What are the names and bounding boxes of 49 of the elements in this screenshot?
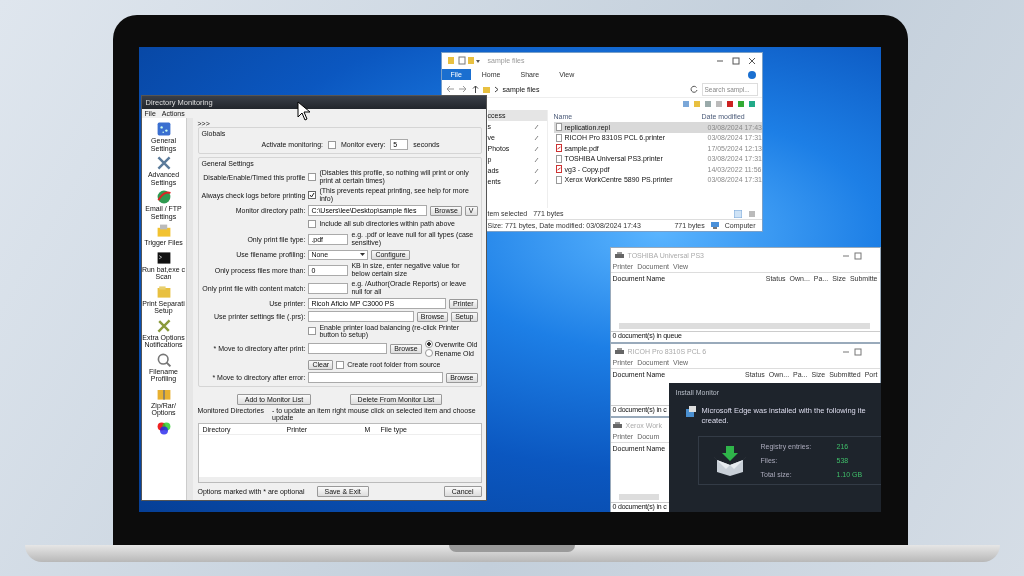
text-field[interactable] bbox=[308, 372, 444, 383]
pin-icon bbox=[533, 123, 539, 130]
checkbox[interactable] bbox=[308, 327, 317, 335]
installer-icon bbox=[685, 406, 696, 417]
horizontal-scrollbar[interactable] bbox=[618, 323, 870, 329]
refresh-icon[interactable] bbox=[689, 85, 698, 93]
vertical-scrollbar[interactable] bbox=[185, 118, 193, 500]
text-field[interactable] bbox=[308, 343, 388, 354]
printer-icon bbox=[614, 348, 624, 355]
list-view-icon[interactable] bbox=[747, 209, 756, 218]
text-field[interactable] bbox=[308, 282, 349, 294]
printer-icon bbox=[612, 422, 622, 429]
pin-icon bbox=[533, 134, 539, 141]
color-wheel-icon[interactable] bbox=[155, 419, 172, 436]
checkbox[interactable] bbox=[308, 191, 317, 199]
maximize-icon[interactable] bbox=[853, 251, 862, 260]
checkbox[interactable] bbox=[308, 219, 317, 228]
checkbox[interactable] bbox=[328, 140, 336, 149]
radio-button[interactable] bbox=[424, 340, 433, 348]
text-field[interactable] bbox=[308, 311, 414, 322]
file-icon bbox=[555, 175, 562, 184]
maximize-icon[interactable] bbox=[731, 56, 740, 65]
horizontal-scrollbar[interactable] bbox=[618, 494, 659, 500]
up-arrow-icon[interactable] bbox=[471, 85, 479, 93]
caret-icon[interactable] bbox=[360, 252, 366, 257]
pin-icon bbox=[533, 156, 539, 163]
checkbox[interactable] bbox=[308, 173, 317, 181]
printer-icon bbox=[614, 252, 624, 259]
quick-access-icons[interactable] bbox=[447, 56, 480, 65]
pdf-file-icon bbox=[555, 144, 562, 153]
chevron-icon bbox=[493, 85, 499, 93]
pin-icon bbox=[533, 145, 539, 152]
radio-button[interactable] bbox=[424, 349, 433, 357]
mouse-cursor-icon bbox=[296, 101, 311, 121]
help-icon[interactable] bbox=[747, 70, 756, 79]
pin-icon bbox=[533, 167, 539, 174]
file-icon bbox=[555, 154, 562, 163]
tools-icon[interactable] bbox=[155, 155, 172, 171]
pin-icon bbox=[533, 178, 539, 185]
horizontal-scrollbar[interactable] bbox=[198, 477, 481, 482]
terminal-icon[interactable] bbox=[155, 249, 172, 266]
details-view-icon[interactable] bbox=[733, 209, 742, 218]
tools-icon[interactable] bbox=[155, 317, 172, 334]
pdf-file-icon bbox=[555, 165, 562, 174]
checkbox[interactable] bbox=[336, 360, 345, 369]
close-icon[interactable] bbox=[747, 56, 756, 65]
maximize-icon[interactable] bbox=[853, 347, 862, 356]
computer-icon bbox=[710, 222, 719, 229]
magnifier-icon[interactable] bbox=[155, 351, 172, 368]
